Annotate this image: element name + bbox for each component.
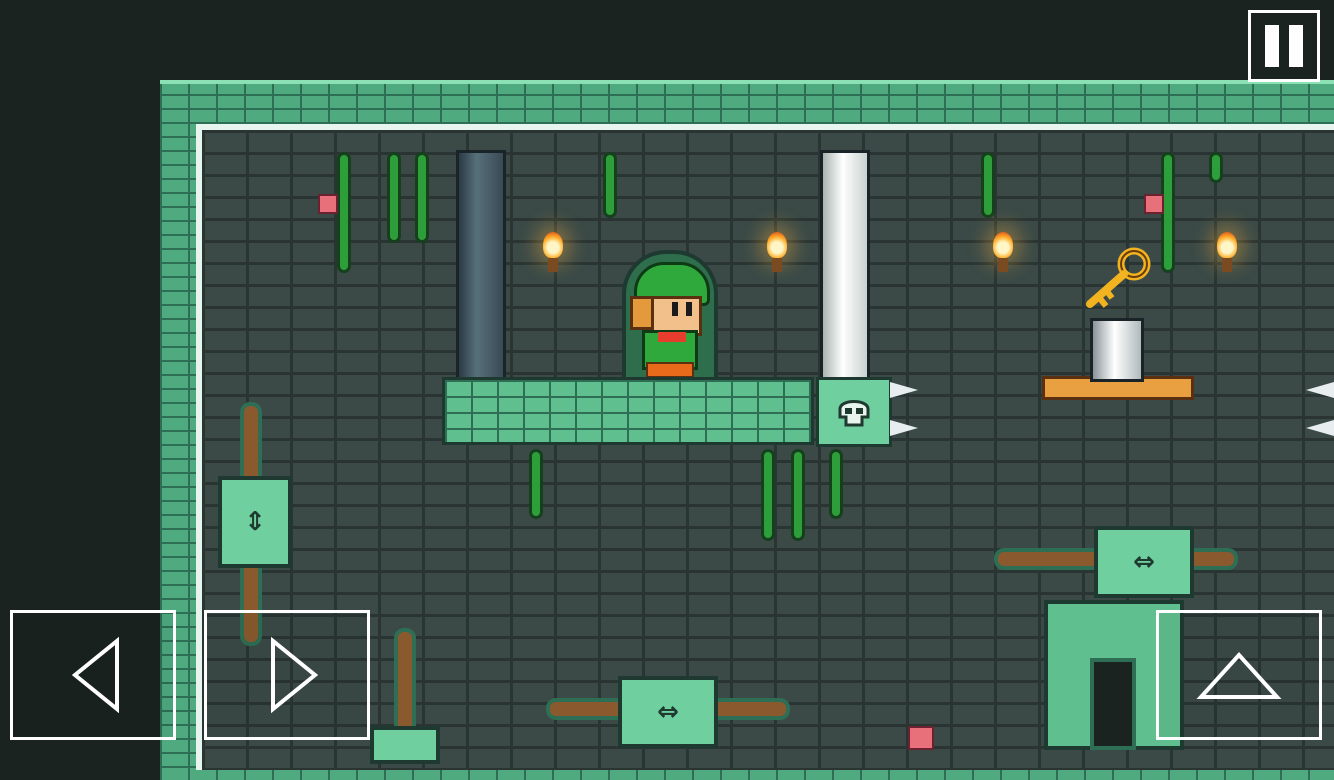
- player-character: [630, 262, 710, 378]
- vine: [764, 452, 772, 538]
- stone-platform: [442, 377, 814, 445]
- arrow-up-icon: [1196, 652, 1282, 699]
- stone-pillar-white: [820, 150, 870, 384]
- pink-flower: [1144, 194, 1164, 214]
- arrow-left-icon: [71, 636, 119, 714]
- pink-flower: [318, 194, 338, 214]
- vine: [390, 155, 398, 240]
- skull-block: [816, 377, 892, 447]
- key-pedestal: [1090, 318, 1144, 382]
- wall-torch: [762, 232, 792, 272]
- move-left-button[interactable]: [10, 610, 176, 740]
- golden-key[interactable]: [1080, 244, 1156, 314]
- spike: [1306, 420, 1334, 436]
- wall-top-edge: [160, 80, 1334, 84]
- pink-flower: [908, 726, 934, 750]
- vine: [1164, 155, 1172, 270]
- player-scarf: [658, 332, 686, 342]
- skull-icon: [838, 400, 870, 427]
- vertical-moving-block: ⇕: [218, 476, 292, 568]
- spike: [1306, 382, 1334, 398]
- horizontal-moving-block: ⇔: [618, 676, 718, 748]
- spike: [890, 382, 918, 398]
- vine: [532, 452, 540, 516]
- stone-pillar-dark: [456, 150, 506, 384]
- move-right-button[interactable]: [204, 610, 370, 740]
- vine: [1212, 155, 1220, 180]
- vine: [418, 155, 426, 240]
- spike: [890, 420, 918, 436]
- vine: [984, 155, 992, 215]
- exit-doorway: [1090, 658, 1136, 750]
- vine: [340, 155, 348, 270]
- vine: [832, 452, 840, 516]
- player-hair: [630, 296, 654, 330]
- wall-torch: [988, 232, 1018, 272]
- vertical-moving-block: [370, 726, 440, 764]
- wall-torch: [538, 232, 568, 272]
- vine: [606, 155, 614, 215]
- pause-icon: [1265, 25, 1303, 67]
- vine: [794, 452, 802, 538]
- horizontal-moving-block: ⇔: [1094, 526, 1194, 598]
- wall-torch: [1212, 232, 1242, 272]
- player-eye: [686, 302, 692, 316]
- arrow-right-icon: [271, 636, 319, 714]
- jump-button[interactable]: [1156, 610, 1322, 740]
- player-eye: [672, 302, 678, 316]
- player-legs: [646, 362, 694, 378]
- pause-button[interactable]: [1248, 10, 1320, 82]
